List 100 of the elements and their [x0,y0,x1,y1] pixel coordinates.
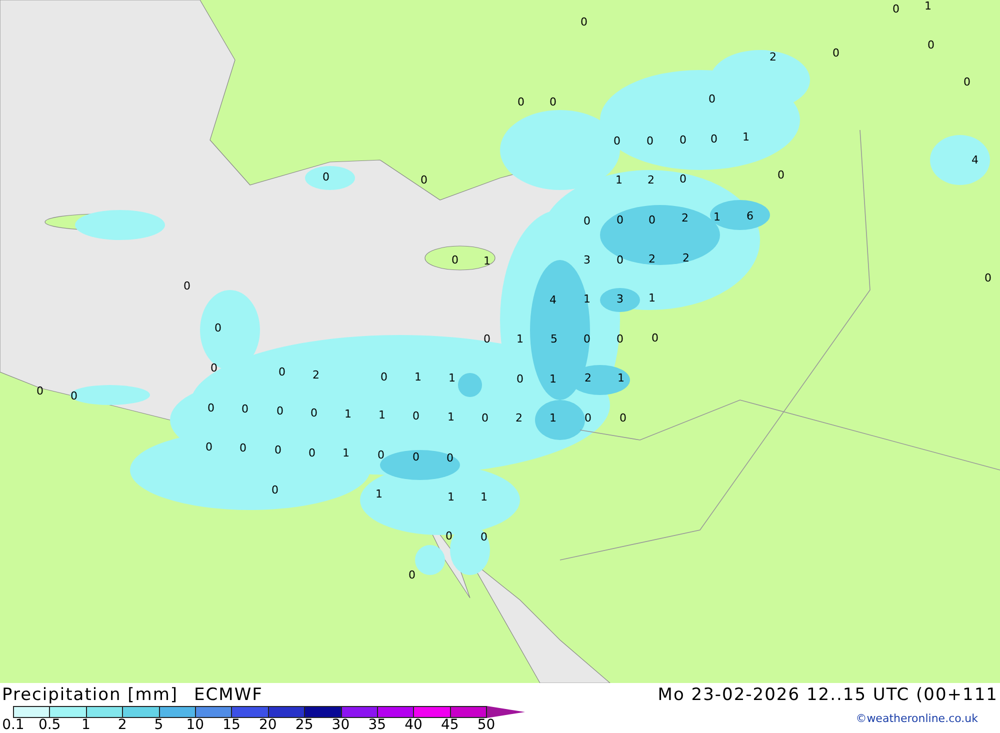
precipitation-value: 2 [648,254,656,264]
precipitation-value: 6 [746,210,754,222]
precipitation-value: 0 [620,412,626,424]
precipitation-value: 0 [408,570,416,580]
precipitation-value: 0 [580,16,588,28]
precipitation-value: 0 [310,408,318,418]
precipitation-value: 1 [484,256,490,266]
precipitation-value: 2 [312,370,320,380]
precipitation-value: 0 [380,372,388,382]
precipitation-value: 1 [376,488,382,500]
precipitation-value: 1 [648,292,656,304]
precipitation-value: 1 [550,412,556,424]
precipitation-value: 0 [710,134,718,144]
legend-title: Precipitation [mm] [2,684,178,704]
precipitation-value: 0 [378,450,384,460]
precipitation-value: 0 [420,174,428,186]
precipitation-value: 0 [446,452,454,464]
precipitation-value: 0 [584,412,592,424]
precipitation-value: 0 [308,448,316,458]
precipitation-value: 0 [778,170,784,180]
precipitation-value: 0 [412,410,420,422]
precipitation-value: 0 [272,484,278,496]
precipitation-value: 1 [480,492,488,502]
precipitation-value: 1 [448,412,454,422]
precipitation-value: 2 [648,174,654,186]
precipitation-value: 0 [832,48,840,58]
precipitation-value: 0 [984,272,992,284]
precipitation-value: 0 [446,530,452,542]
precipitation-value: 0 [70,390,78,402]
precipitation-value: 0 [482,412,488,424]
precipitation-value: 0 [412,452,420,462]
precipitation-value: 0 [648,214,656,226]
precipitation-value: 0 [240,442,246,454]
precipitation-value: 0 [646,136,654,146]
precipitation-value: 0 [680,134,686,146]
scale-label: 15 [222,718,242,733]
precipitation-value: 3 [584,254,590,266]
precipitation-value: 1 [742,132,750,142]
precipitation-value: 0 [480,532,488,542]
credit-text: ©weatheronline.co.uk [856,712,978,725]
scale-label: 25 [294,718,314,733]
scale-label: 50 [476,718,496,733]
precipitation-value: 1 [414,372,422,382]
precipitation-value: 2 [770,52,776,62]
precipitation-value: 1 [714,212,720,222]
precipitation-value: 0 [892,4,900,14]
precipitation-value: 0 [614,136,620,146]
precipitation-value: 0 [616,334,624,344]
precipitation-value: 0 [214,322,222,334]
precipitation-value: 0 [584,334,590,344]
precipitation-value: 1 [550,374,556,384]
valid-time: Mo 23-02-2026 12..15 UTC (00+111 [658,684,998,704]
scale-label: 45 [440,718,460,733]
precipitation-value: 0 [36,386,44,396]
precipitation-value: 0 [242,404,248,414]
scale-label: 1 [80,718,92,733]
scale-label: 10 [185,718,206,733]
precipitation-value: 0 [652,332,658,344]
precipitation-value: 2 [682,252,690,264]
precipitation-value: 2 [682,212,688,224]
precipitation-value: 0 [708,94,716,104]
precipitation-value: 0 [452,254,458,266]
precipitation-value: 4 [972,154,978,166]
precipitation-value: 1 [924,0,932,12]
scale-label: 35 [367,718,388,733]
precipitation-value: 0 [550,96,556,108]
precipitation-value: 0 [616,214,624,226]
precipitation-value: 1 [344,408,352,420]
precipitation-value: 0 [518,96,524,108]
precipitation-value: 2 [584,372,592,384]
model-name: ECMWF [194,684,263,704]
scale-label: 40 [404,718,424,733]
scale-label: 0.1 [1,718,26,733]
precipitation-value: 0 [584,216,590,226]
precipitation-value: 0 [616,254,624,266]
scale-label: 0.5 [37,718,62,733]
precipitation-value: 1 [616,174,622,186]
scale-label: 20 [258,718,278,733]
precipitation-value: 0 [208,402,214,414]
precipitation-value: 0 [680,174,686,184]
precipitation-value: 0 [210,362,218,374]
precipitation-value: 0 [516,374,524,384]
precipitation-value: 1 [516,334,524,344]
precipitation-value: 1 [448,492,454,502]
scale-label: 2 [116,718,128,733]
precipitation-value: 5 [550,334,558,344]
precipitation-value: 0 [322,172,330,182]
scale-label: 5 [153,718,164,733]
precipitation-value: 0 [484,334,490,344]
precipitation-value: 0 [184,280,190,292]
precipitation-value: 1 [378,410,386,420]
precipitation-value: 0 [278,366,286,378]
precipitation-value: 0 [276,406,284,416]
precipitation-value: 0 [274,444,282,456]
precipitation-value: 2 [516,412,522,424]
scale-label: 30 [330,718,351,733]
precipitation-value: 0 [928,40,934,50]
precipitation-value: 1 [342,448,350,458]
precipitation-value: 1 [448,372,456,384]
precipitation-value: 1 [618,372,624,384]
